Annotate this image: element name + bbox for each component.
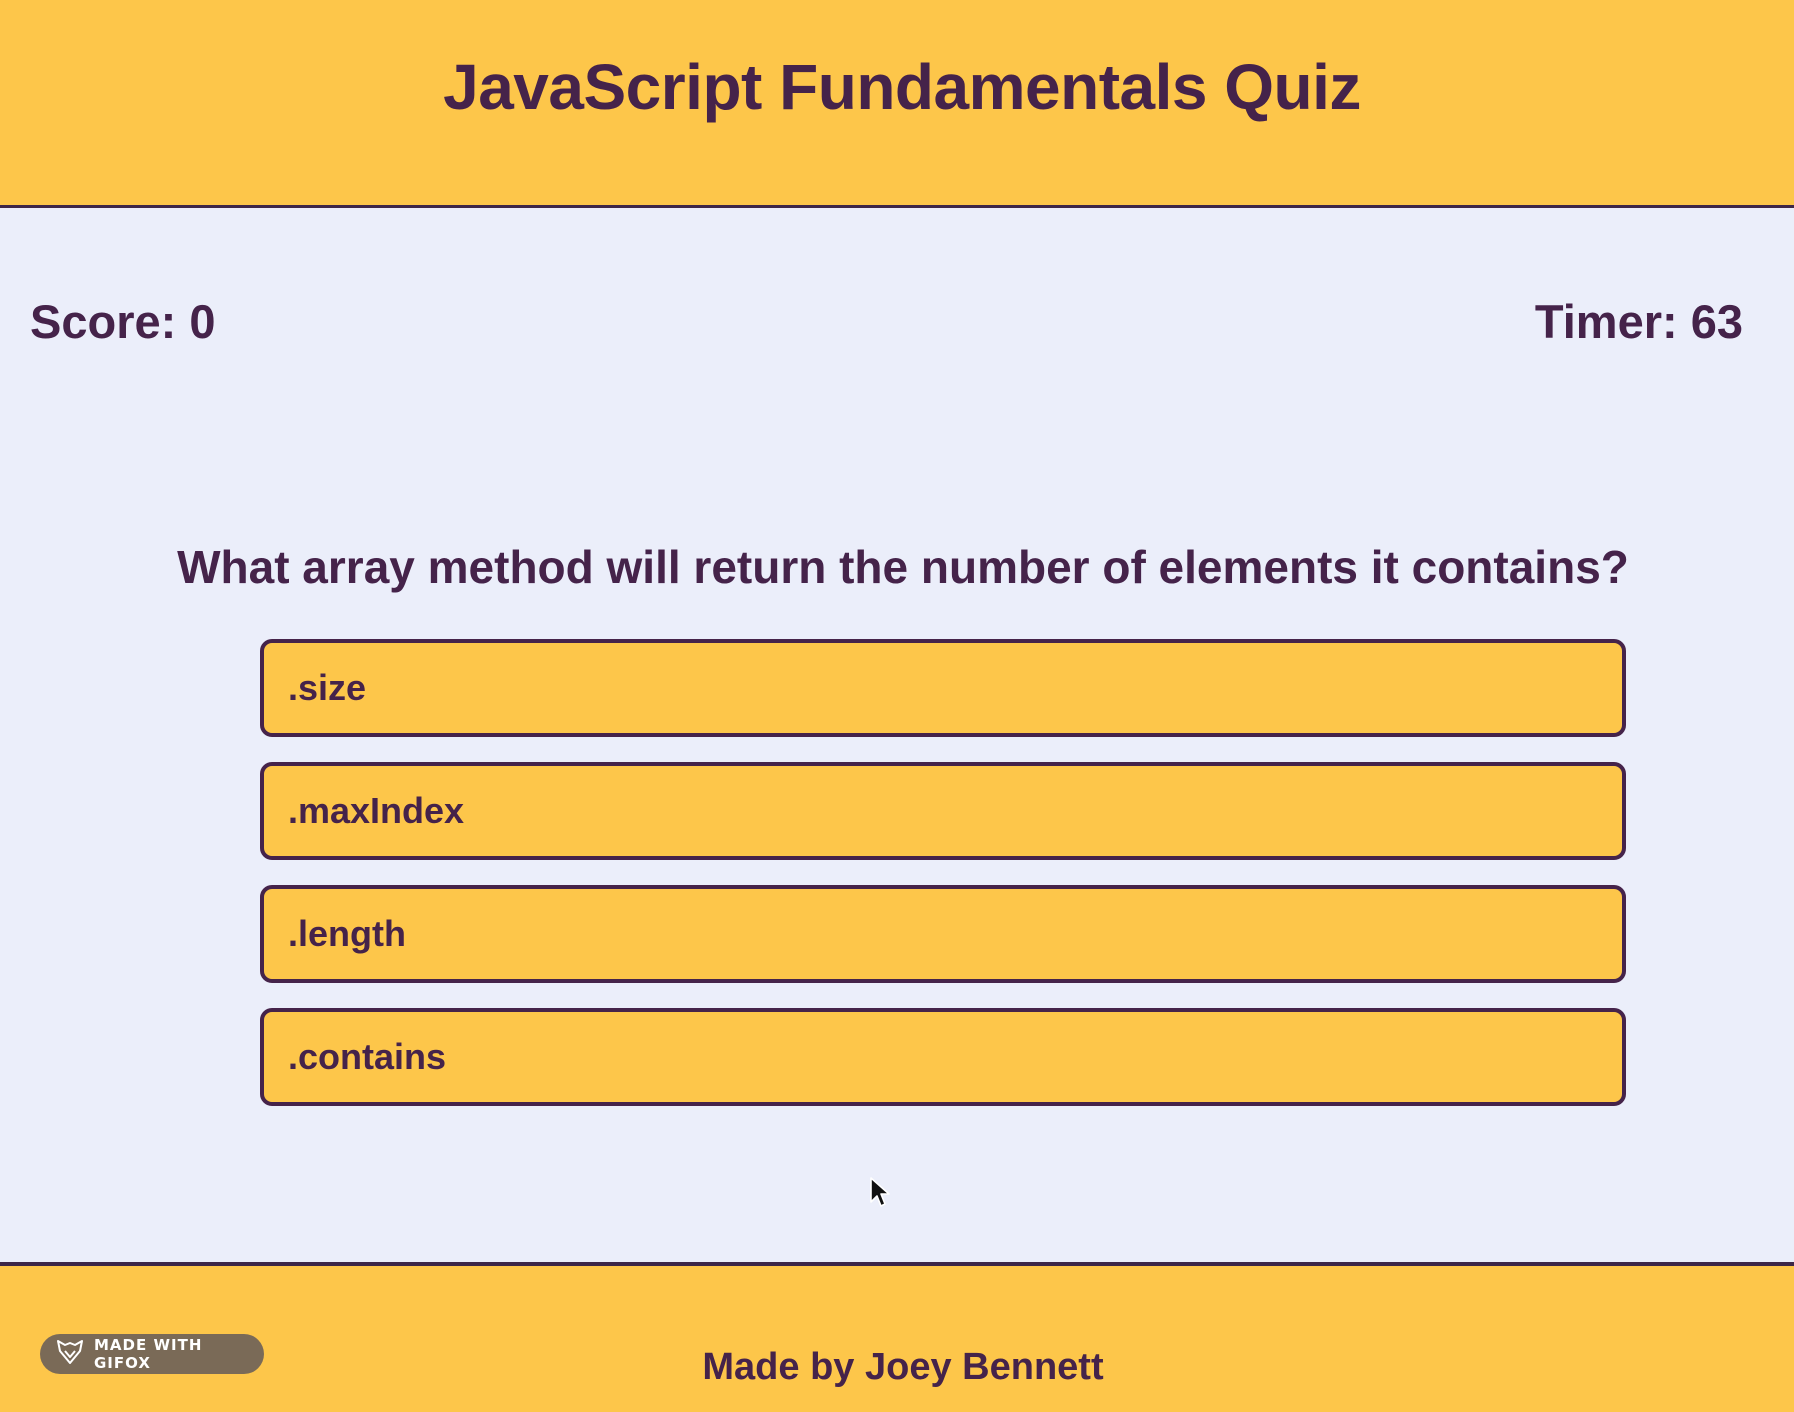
answer-button-length[interactable]: .length [260,885,1626,983]
page-title: JavaScript Fundamentals Quiz [443,51,1361,123]
score-display: Score: 0 [30,295,216,348]
answer-list: .size .maxIndex .length .contains [260,639,1626,1131]
question-text: What array method will return the number… [177,541,1629,593]
answer-button-size[interactable]: .size [260,639,1626,737]
timer-display: Timer: 63 [1534,295,1743,348]
footer-credit: Made by Joey Bennett [702,1346,1104,1388]
page-footer: MADE WITH GIFOX Made by Joey Bennett [0,1262,1794,1412]
mouse-pointer-icon [869,1176,893,1215]
answer-button-maxindex[interactable]: .maxIndex [260,762,1626,860]
page-header: JavaScript Fundamentals Quiz [0,0,1794,208]
answer-button-contains[interactable]: .contains [260,1008,1626,1106]
